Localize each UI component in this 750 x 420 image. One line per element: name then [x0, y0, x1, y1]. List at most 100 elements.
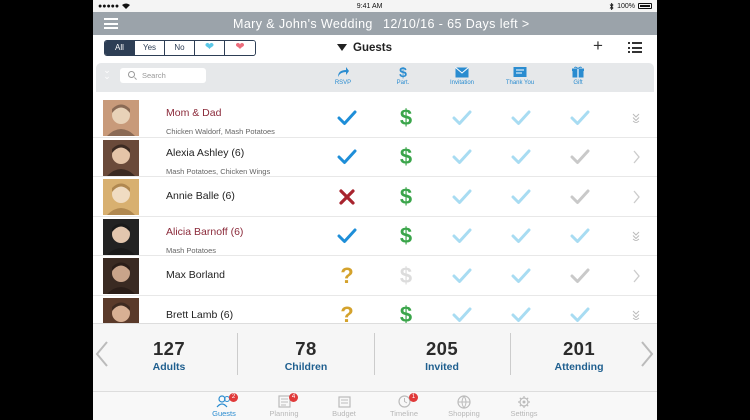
tab-badge: 4 — [289, 393, 298, 402]
battery-area: 100% — [609, 2, 652, 10]
section-selector[interactable]: Guests — [337, 42, 392, 54]
guest-row[interactable]: Alicia Barnoff (6) Mash Potatoes $ — [93, 216, 657, 256]
guest-name: Alexia Ashley (6) — [166, 146, 245, 159]
filter-blue-heart[interactable]: ❤ — [195, 40, 225, 55]
chevron-right-icon[interactable] — [628, 177, 644, 216]
invitation-status[interactable] — [444, 217, 480, 256]
guest-meal: Mash Potatoes, Chicken Wings — [166, 166, 271, 176]
rsvp-status[interactable] — [329, 217, 365, 256]
tab-settings[interactable]: Settings — [494, 394, 554, 418]
gift-status[interactable] — [562, 177, 598, 216]
expand-row-icon[interactable] — [628, 98, 644, 137]
stat-value: 78 — [295, 338, 317, 359]
planning-icon: 4 — [254, 393, 314, 409]
search-icon — [128, 71, 135, 78]
tab-label: Timeline — [389, 409, 419, 418]
thank-you-status[interactable] — [503, 98, 539, 137]
gift-status[interactable] — [562, 256, 598, 295]
gift-status[interactable] — [562, 98, 598, 137]
filter-all[interactable]: All — [105, 40, 135, 55]
guest-photo — [103, 297, 139, 323]
dollar-icon: $ — [399, 64, 407, 80]
guest-name: Annie Balle (6) — [166, 190, 235, 202]
expand-row-icon[interactable] — [628, 296, 644, 324]
column-thank-you[interactable]: Thank You — [490, 64, 550, 86]
section-title: Guests — [353, 41, 392, 54]
rsvp-status[interactable] — [329, 177, 365, 216]
tab-label: Guests — [212, 409, 236, 418]
payment-status[interactable]: $ — [388, 177, 424, 216]
thank-you-status[interactable] — [503, 296, 539, 324]
guest-row[interactable]: Alexia Ashley (6) Mash Potatoes, Chicken … — [93, 137, 657, 177]
status-bar: ●●●●● 9:41 AM 100% — [93, 0, 657, 12]
invitation-icon — [432, 64, 492, 80]
stat-label: Adults — [152, 361, 186, 373]
invitation-status[interactable] — [444, 296, 480, 324]
column-gift[interactable]: Gift — [548, 64, 608, 86]
pink-heart-icon: ❤ — [235, 41, 245, 53]
chevron-right-icon[interactable] — [628, 256, 644, 295]
guest-photo — [103, 218, 139, 255]
stat-value: 201 — [562, 338, 596, 359]
column-invitation[interactable]: Invitation — [432, 64, 492, 86]
next-arrow-icon[interactable] — [640, 340, 654, 368]
guest-photo — [103, 100, 139, 136]
payment-status[interactable]: $ — [388, 98, 424, 137]
stat-label: Invited — [425, 361, 459, 373]
blue-heart-icon: ❤ — [204, 41, 215, 53]
invitation-status[interactable] — [444, 177, 480, 216]
payment-status[interactable]: $ — [388, 296, 424, 323]
tab-timeline[interactable]: 1 Timeline — [374, 393, 434, 418]
add-guest-button[interactable]: + — [593, 36, 603, 56]
tab-guests[interactable]: 2 Guests — [194, 393, 254, 418]
gift-status[interactable] — [562, 217, 598, 256]
thank-you-status[interactable] — [503, 256, 539, 295]
payment-status[interactable]: $ — [388, 217, 424, 256]
column-paid[interactable]: $ Part. — [373, 64, 433, 86]
menu-icon[interactable] — [104, 18, 118, 29]
chevron-right-icon[interactable] — [628, 138, 644, 177]
rsvp-status[interactable]: ? — [329, 296, 365, 323]
tab-bar: 2 Guests 4 Planning Budget 1 Timeline Sh… — [93, 391, 657, 420]
expand-row-icon[interactable] — [628, 217, 644, 256]
guest-row[interactable]: Mom & Dad Chicken Waldorf, Mash Potatoes $ — [93, 98, 657, 138]
nav-bar: Mary & John's Wedding 12/10/16 - 65 Days… — [93, 12, 657, 35]
guest-row[interactable]: Annie Balle (6) $ — [93, 177, 657, 217]
search-input[interactable]: Search — [120, 68, 206, 83]
collapse-all-icon[interactable]: ⌄ ⌄ — [101, 66, 113, 81]
settings-icon — [494, 394, 554, 409]
signal-dots-icon: ●●●●● — [98, 2, 120, 10]
tab-planning[interactable]: 4 Planning — [254, 393, 314, 418]
rsvp-status[interactable] — [329, 98, 365, 137]
stat-invited: 205 Invited — [374, 338, 510, 373]
payment-status[interactable]: $ — [388, 256, 424, 295]
thank-you-status[interactable] — [503, 177, 539, 216]
stat-value: 205 — [425, 338, 459, 359]
stat-label: Children — [284, 361, 328, 373]
gift-status[interactable] — [562, 296, 598, 324]
guest-name: Alicia Barnoff (6) — [166, 225, 244, 238]
invitation-status[interactable] — [444, 138, 480, 177]
thank-you-status[interactable] — [503, 217, 539, 256]
invitation-status[interactable] — [444, 256, 480, 295]
column-rsvp[interactable]: RSVP — [313, 64, 373, 86]
rsvp-status[interactable]: ? — [329, 256, 365, 295]
gift-status[interactable] — [562, 138, 598, 177]
list-options-icon[interactable] — [628, 42, 642, 53]
filter-no[interactable]: No — [165, 40, 195, 55]
filter-pink-heart[interactable]: ❤ — [225, 40, 255, 55]
filter-yes[interactable]: Yes — [135, 40, 165, 55]
payment-status[interactable]: $ — [388, 138, 424, 177]
bluetooth-icon — [609, 2, 614, 10]
rsvp-status[interactable] — [329, 138, 365, 177]
wedding-date-countdown[interactable]: 12/10/16 - 65 Days left > — [383, 17, 530, 31]
tab-label: Shopping — [448, 409, 480, 418]
tab-label: Settings — [510, 409, 538, 418]
guest-name: Max Borland — [166, 269, 225, 281]
tab-budget[interactable]: Budget — [314, 394, 374, 418]
tab-shopping[interactable]: Shopping — [434, 394, 494, 418]
invitation-status[interactable] — [444, 98, 480, 137]
thank-you-status[interactable] — [503, 138, 539, 177]
guest-row[interactable]: Max Borland? $ — [93, 256, 657, 296]
guest-row[interactable]: Brett Lamb (6)? $ — [93, 295, 657, 324]
